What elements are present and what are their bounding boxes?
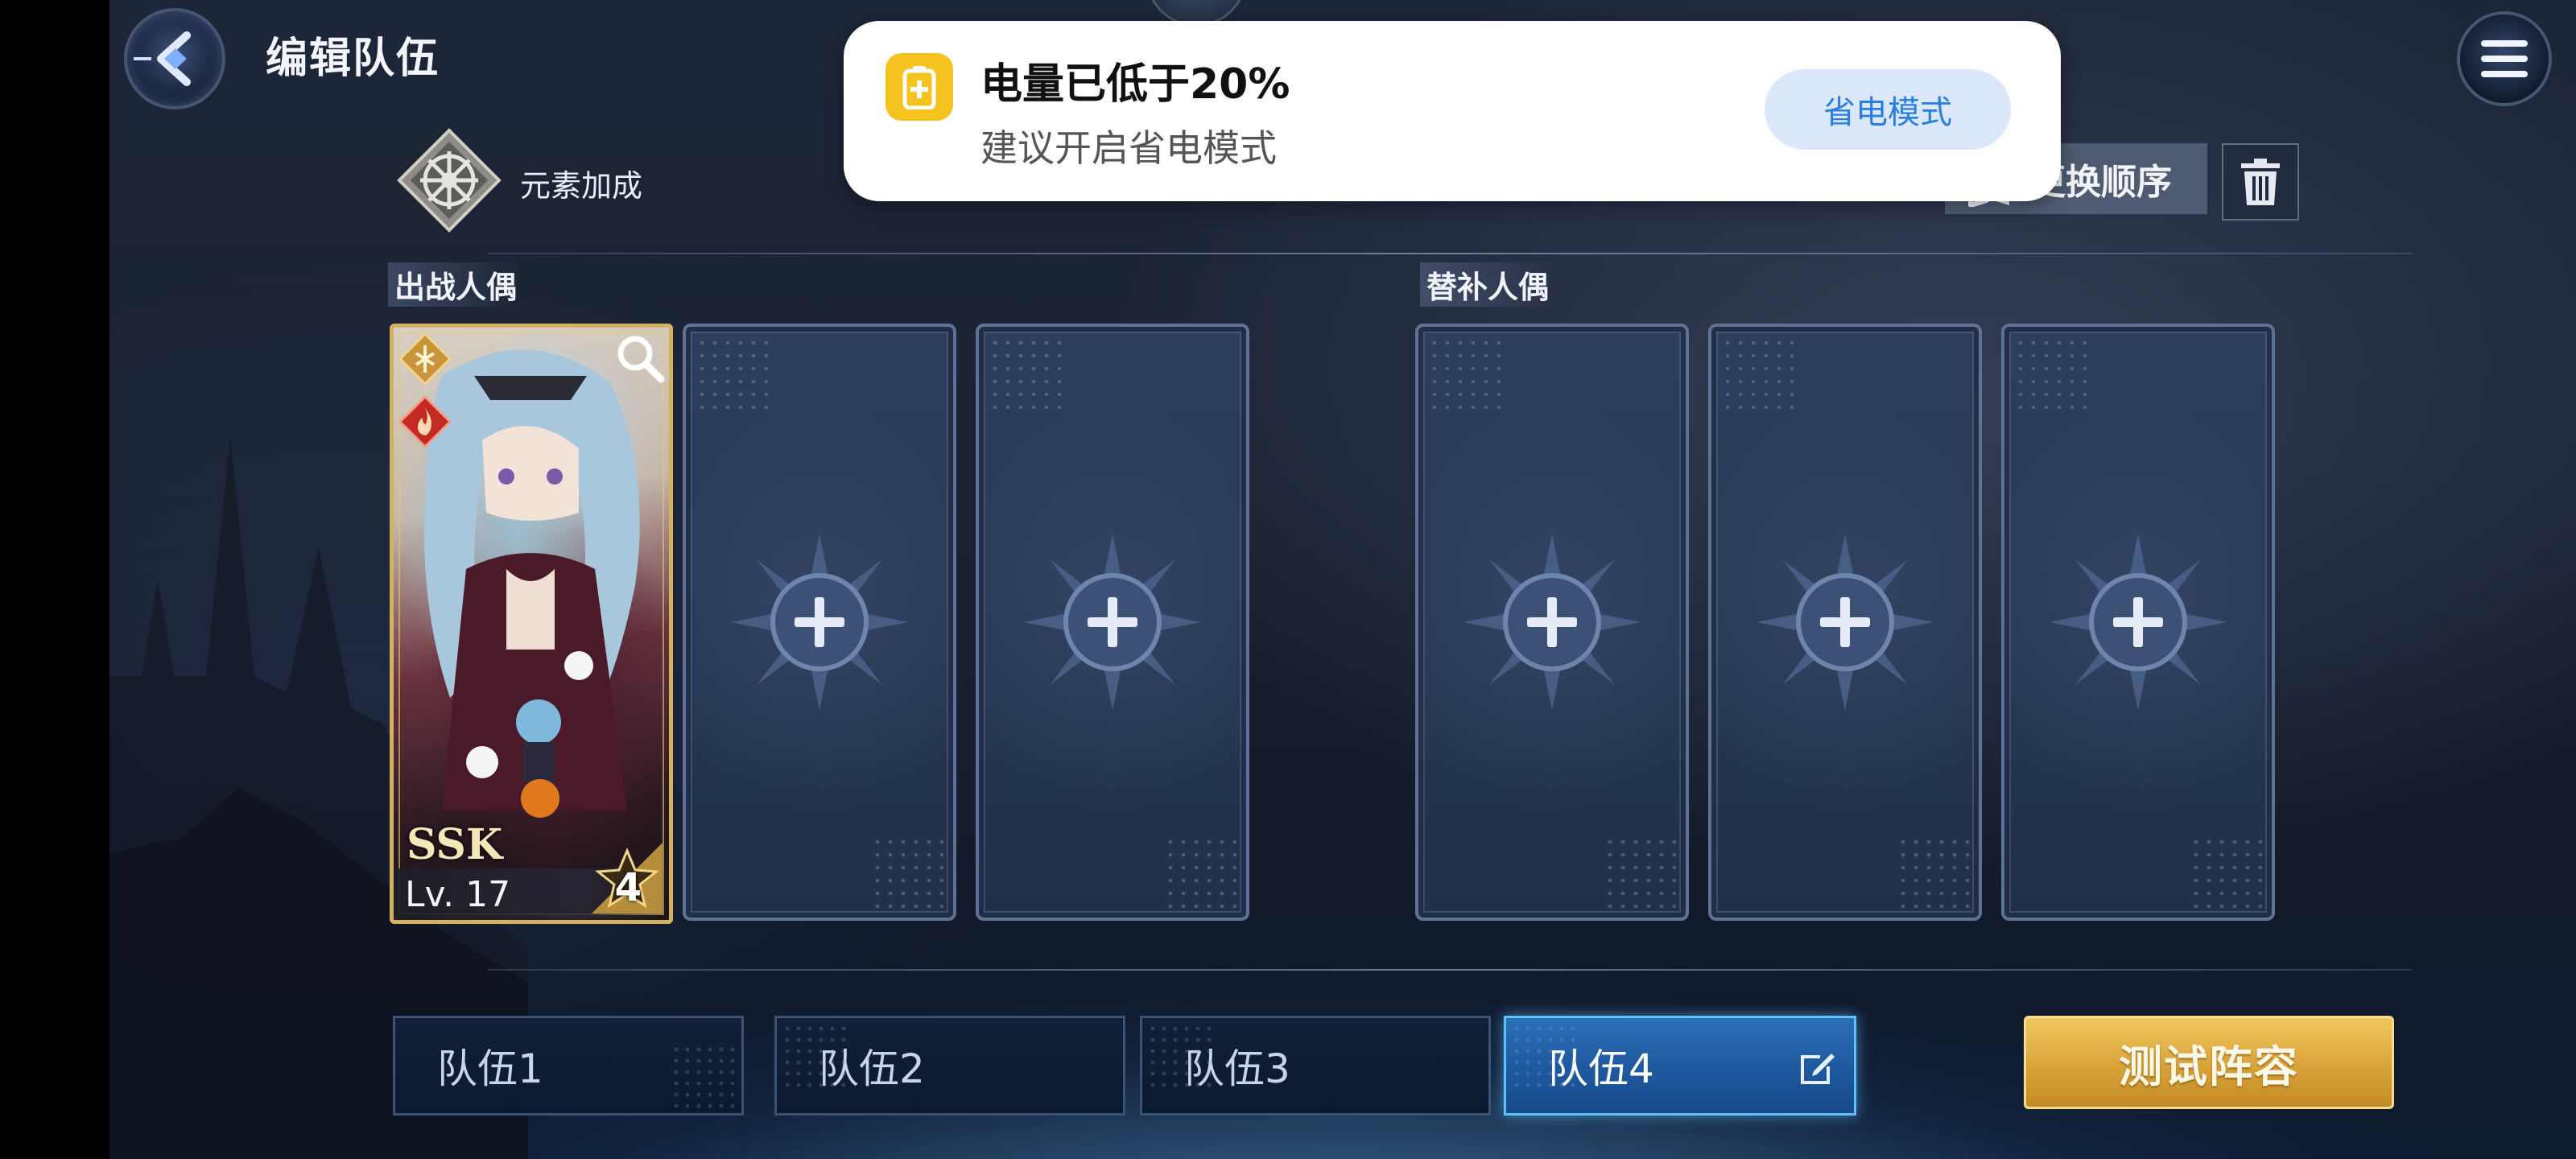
- slot-pattern: [1428, 336, 1501, 409]
- substitute-slot-3[interactable]: [2001, 324, 2275, 921]
- trash-icon: [2241, 159, 2280, 205]
- element-bonus-label: 元素加成: [520, 168, 643, 204]
- tab-team-2[interactable]: 队伍2: [774, 1016, 1125, 1116]
- power-saving-label: 省电模式: [1823, 94, 1952, 131]
- top-divider: [488, 253, 2412, 254]
- slot-pattern: [871, 835, 943, 908]
- notification-body: 建议开启省电模式: [980, 126, 1277, 170]
- edit-icon[interactable]: [1796, 1047, 1838, 1089]
- slot-pattern: [696, 336, 768, 409]
- slot-pattern: [1721, 336, 1794, 409]
- substitute-slot-2[interactable]: [1708, 324, 1982, 921]
- slot-pattern: [2190, 835, 2262, 908]
- tab-pattern: [671, 1044, 735, 1108]
- slot-pattern: [2014, 336, 2087, 409]
- tab-pattern: [1147, 1023, 1212, 1087]
- battle-slot-2[interactable]: [683, 324, 956, 921]
- slot-pattern: [989, 336, 1061, 409]
- slot-pattern: [1164, 835, 1236, 908]
- element-bonus-icon[interactable]: [396, 127, 502, 233]
- menu-button[interactable]: [2460, 14, 2549, 103]
- class-icon: [398, 332, 452, 386]
- game-screen: 编辑队伍 元素加成 更换顺序 出战人偶 替补人偶 SSK Lv. 17 4 队伍…: [109, 0, 2576, 1159]
- tab-team-1[interactable]: 队伍1: [393, 1016, 744, 1116]
- star-count: 4: [614, 865, 642, 910]
- magnify-icon[interactable]: [613, 331, 666, 384]
- test-lineup-label: 测试阵容: [2119, 1041, 2299, 1092]
- back-button[interactable]: [127, 11, 222, 106]
- add-slot-icon: [1024, 534, 1201, 711]
- slot-pattern: [1897, 835, 1969, 908]
- slot-pattern: [1604, 835, 1676, 908]
- battery-notification[interactable]: 电量已低于20% 建议开启省电模式 省电模式: [844, 21, 2061, 201]
- tab-pattern: [1511, 1023, 1575, 1087]
- fire-element-icon: [398, 395, 452, 448]
- notification-title: 电量已低于20%: [980, 60, 1290, 109]
- rarity-label: SSK: [407, 820, 503, 869]
- add-slot-icon: [731, 534, 908, 711]
- add-slot-icon: [2050, 534, 2227, 711]
- tab-team-1-label: 队伍1: [437, 1046, 543, 1092]
- delete-button[interactable]: [2222, 143, 2299, 221]
- bottom-divider: [488, 969, 2412, 971]
- page-title: 编辑队伍: [266, 35, 440, 83]
- add-slot-icon: [1757, 534, 1934, 711]
- character-card[interactable]: SSK Lv. 17 4: [390, 324, 673, 924]
- battle-slot-3[interactable]: [976, 324, 1249, 921]
- add-slot-icon: [1463, 534, 1641, 711]
- hamburger-icon: [2481, 40, 2528, 77]
- level-label: Lv. 17: [405, 874, 511, 915]
- substitute-slot-1[interactable]: [1415, 324, 1689, 921]
- back-arrow-icon: [134, 31, 191, 86]
- tab-pattern: [782, 1023, 846, 1087]
- tab-team-4[interactable]: 队伍4: [1504, 1016, 1856, 1116]
- battery-icon: [886, 53, 953, 121]
- tab-team-3[interactable]: 队伍3: [1140, 1016, 1491, 1116]
- test-lineup-button[interactable]: 测试阵容: [2024, 1016, 2394, 1109]
- battle-section-label: 出战人偶: [388, 262, 524, 307]
- power-saving-button[interactable]: 省电模式: [1765, 69, 2011, 150]
- substitute-section-label: 替补人偶: [1420, 262, 1556, 307]
